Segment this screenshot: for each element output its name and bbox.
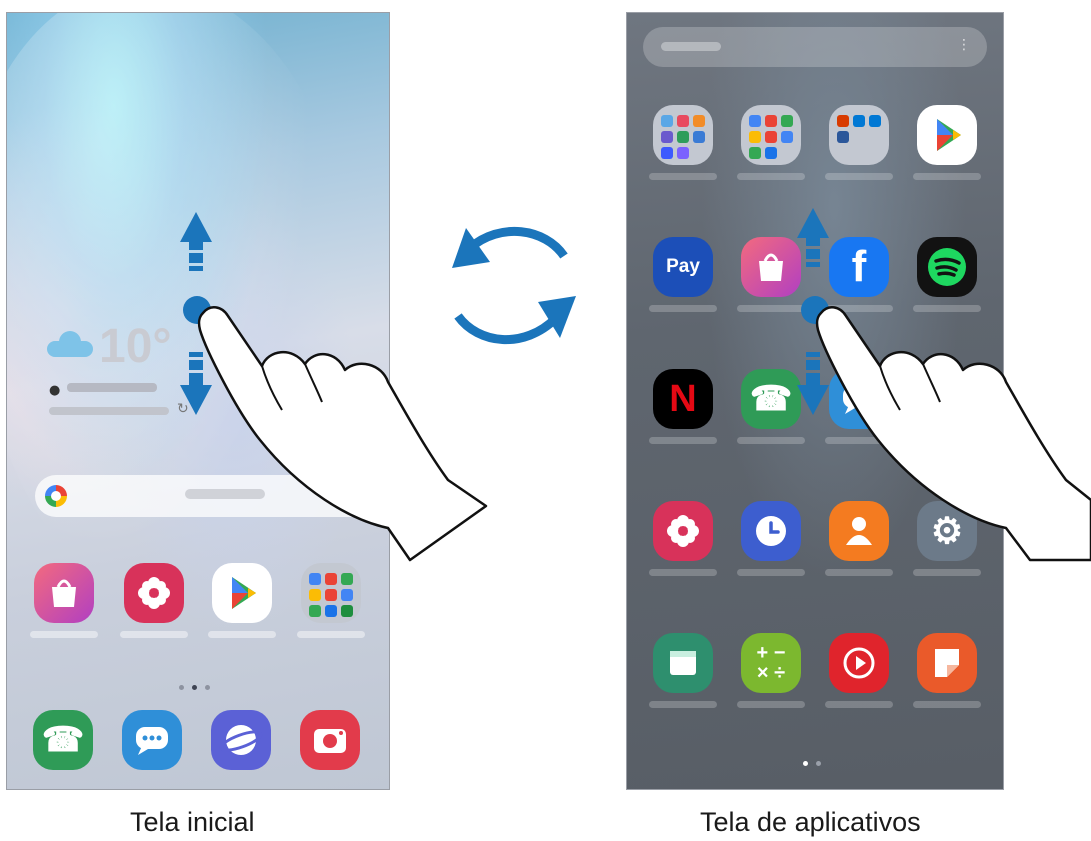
- apps-screen-caption: Tela de aplicativos: [700, 807, 921, 837]
- home-screen-caption: Tela inicial: [130, 807, 255, 837]
- apps-finger-hand: [815, 306, 1091, 562]
- swipe-down-arrow: [180, 352, 212, 415]
- gesture-overlay: [180, 208, 1091, 562]
- apps-swipe-down-arrow: [797, 352, 829, 415]
- swipe-up-arrow: [180, 212, 212, 271]
- finger-hand: [197, 306, 488, 562]
- apps-swipe-up-arrow: [797, 208, 829, 267]
